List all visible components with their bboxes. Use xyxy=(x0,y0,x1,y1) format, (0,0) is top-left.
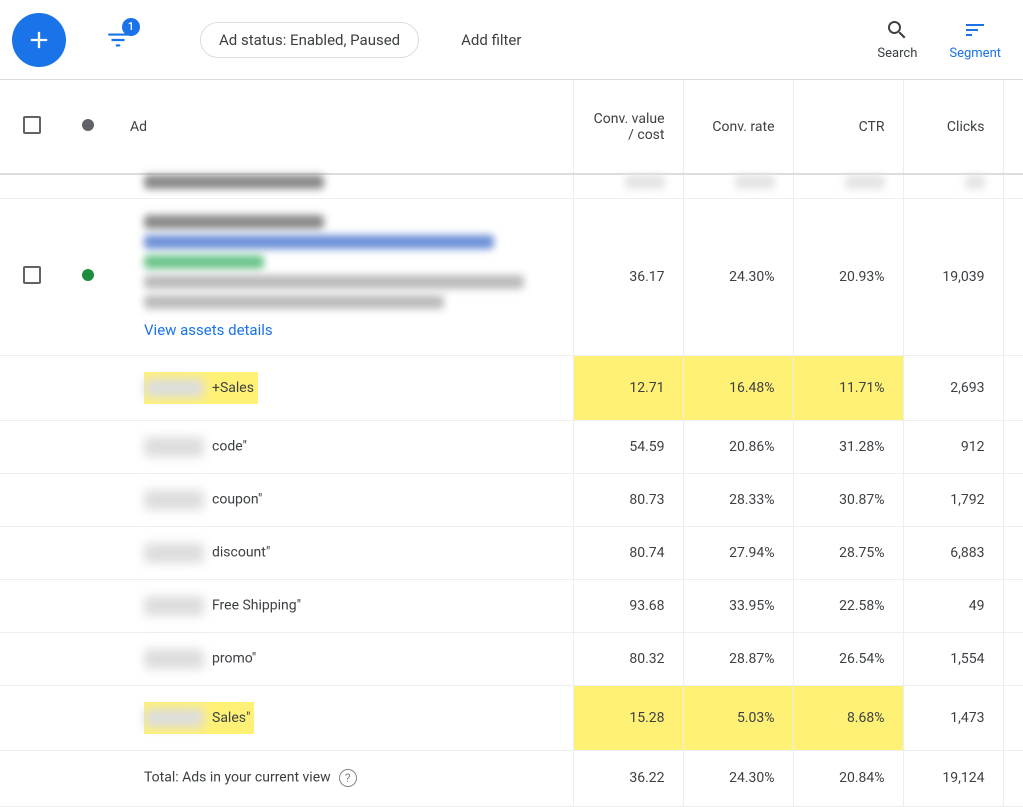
segment-row[interactable]: +Sales 12.7116.48%11.71%2,693 xyxy=(0,355,1023,420)
cell-conv-value-cost: 80.73 xyxy=(573,473,683,526)
column-conv-rate[interactable]: Conv. rate xyxy=(683,80,793,174)
cell-ctr: 20.84% xyxy=(793,750,903,806)
column-conv-value-cost[interactable]: Conv. value / cost xyxy=(573,80,683,174)
redacted-term xyxy=(144,490,204,510)
search-icon xyxy=(885,18,909,42)
cell-conv-rate: 33.95% xyxy=(683,579,793,632)
cell-conv-rate: 24.30% xyxy=(683,750,793,806)
cell-conv-rate: 16.48% xyxy=(683,355,793,420)
segment-row[interactable]: Free Shipping" 93.6833.95%22.58%49 xyxy=(0,579,1023,632)
cell-conv-value-cost: 36.22 xyxy=(573,750,683,806)
segment-row[interactable]: Sales" 15.285.03%8.68%1,473 xyxy=(0,685,1023,750)
segment-button[interactable]: Segment xyxy=(939,18,1011,61)
cell-conv-rate: 24.30% xyxy=(683,198,793,355)
segment-label: coupon" xyxy=(212,492,262,508)
segment-label: discount" xyxy=(212,545,270,561)
cell-conv-value-cost: 93.68 xyxy=(573,579,683,632)
cell-clicks: 49 xyxy=(903,579,1003,632)
cell-clicks: 19,039 xyxy=(903,198,1003,355)
cell-ctr: 26.54% xyxy=(793,632,903,685)
status-filter-pill[interactable]: Ad status: Enabled, Paused xyxy=(200,22,419,58)
cell-ctr: 22.58% xyxy=(793,579,903,632)
cell-conv-rate: 5.03% xyxy=(683,685,793,750)
cell-conv-value-cost: 54.59 xyxy=(573,420,683,473)
column-clicks[interactable]: Clicks xyxy=(903,80,1003,174)
cell-conv-value-cost: 80.32 xyxy=(573,632,683,685)
search-label: Search xyxy=(877,46,917,61)
view-assets-link[interactable]: View assets details xyxy=(144,321,555,339)
total-row: Total: Ads in your current view? 36.2224.… xyxy=(0,750,1023,806)
column-ad[interactable]: Ad xyxy=(112,80,573,174)
total-label: Total: Ads in your current view xyxy=(144,770,331,786)
segment-row[interactable]: code" 54.5920.86%31.28%912 xyxy=(0,420,1023,473)
truncated-row xyxy=(0,174,1023,198)
status-header-icon xyxy=(82,119,94,131)
segment-row[interactable]: discount" 80.7427.94%28.75%6,883 xyxy=(0,526,1023,579)
segment-row[interactable]: promo" 80.3228.87%26.54%1,554 xyxy=(0,632,1023,685)
redacted-term xyxy=(144,708,204,728)
segment-row[interactable]: coupon" 80.7328.33%30.87%1,792 xyxy=(0,473,1023,526)
cell-clicks: 1,473 xyxy=(903,685,1003,750)
ad-row[interactable]: View assets details 36.17 24.30% 20.93% … xyxy=(0,198,1023,355)
ads-table: Ad Conv. value / cost Conv. rate CTR Cli… xyxy=(0,80,1023,807)
cell-ctr: 8.68% xyxy=(793,685,903,750)
select-all-checkbox[interactable] xyxy=(23,116,41,134)
redacted-term xyxy=(144,543,204,563)
search-button[interactable]: Search xyxy=(867,18,927,61)
cell-ctr: 20.93% xyxy=(793,198,903,355)
segment-label: Segment xyxy=(949,46,1001,61)
redacted-term xyxy=(144,378,204,398)
filter-badge: 1 xyxy=(122,18,140,36)
cell-ctr: 30.87% xyxy=(793,473,903,526)
segment-label: Free Shipping" xyxy=(212,598,301,614)
cell-clicks: 1,792 xyxy=(903,473,1003,526)
redacted-term xyxy=(144,437,204,457)
cell-conv-rate: 28.33% xyxy=(683,473,793,526)
filter-button[interactable]: 1 xyxy=(98,20,138,60)
column-ctr[interactable]: CTR xyxy=(793,80,903,174)
header-row: Ad Conv. value / cost Conv. rate CTR Cli… xyxy=(0,80,1023,174)
cell-conv-value-cost: 12.71 xyxy=(573,355,683,420)
cell-clicks: 1,554 xyxy=(903,632,1003,685)
plus-icon xyxy=(25,26,53,54)
segment-icon xyxy=(963,18,987,42)
help-icon[interactable]: ? xyxy=(339,769,357,787)
cell-ctr: 31.28% xyxy=(793,420,903,473)
cell-clicks: 2,693 xyxy=(903,355,1003,420)
status-enabled-icon xyxy=(82,269,94,281)
cell-conv-rate: 28.87% xyxy=(683,632,793,685)
cell-clicks: 6,883 xyxy=(903,526,1003,579)
cell-clicks: 912 xyxy=(903,420,1003,473)
redacted-term xyxy=(144,649,204,669)
cell-conv-value-cost: 80.74 xyxy=(573,526,683,579)
ad-preview: View assets details xyxy=(144,215,555,339)
cell-ctr: 11.71% xyxy=(793,355,903,420)
add-button[interactable] xyxy=(12,13,66,67)
cell-clicks: 19,124 xyxy=(903,750,1003,806)
cell-ctr: 28.75% xyxy=(793,526,903,579)
redacted-term xyxy=(144,596,204,616)
cell-conv-value-cost: 15.28 xyxy=(573,685,683,750)
cell-conv-value-cost: 36.17 xyxy=(573,198,683,355)
cell-conv-rate: 20.86% xyxy=(683,420,793,473)
toolbar: 1 Ad status: Enabled, Paused Add filter … xyxy=(0,0,1023,80)
segment-label: promo" xyxy=(212,651,256,667)
segment-label: +Sales xyxy=(212,380,254,396)
segment-label: Sales" xyxy=(212,710,250,726)
cell-conv-rate: 27.94% xyxy=(683,526,793,579)
row-checkbox[interactable] xyxy=(23,266,41,284)
segment-label: code" xyxy=(212,439,247,455)
add-filter-button[interactable]: Add filter xyxy=(461,31,521,49)
